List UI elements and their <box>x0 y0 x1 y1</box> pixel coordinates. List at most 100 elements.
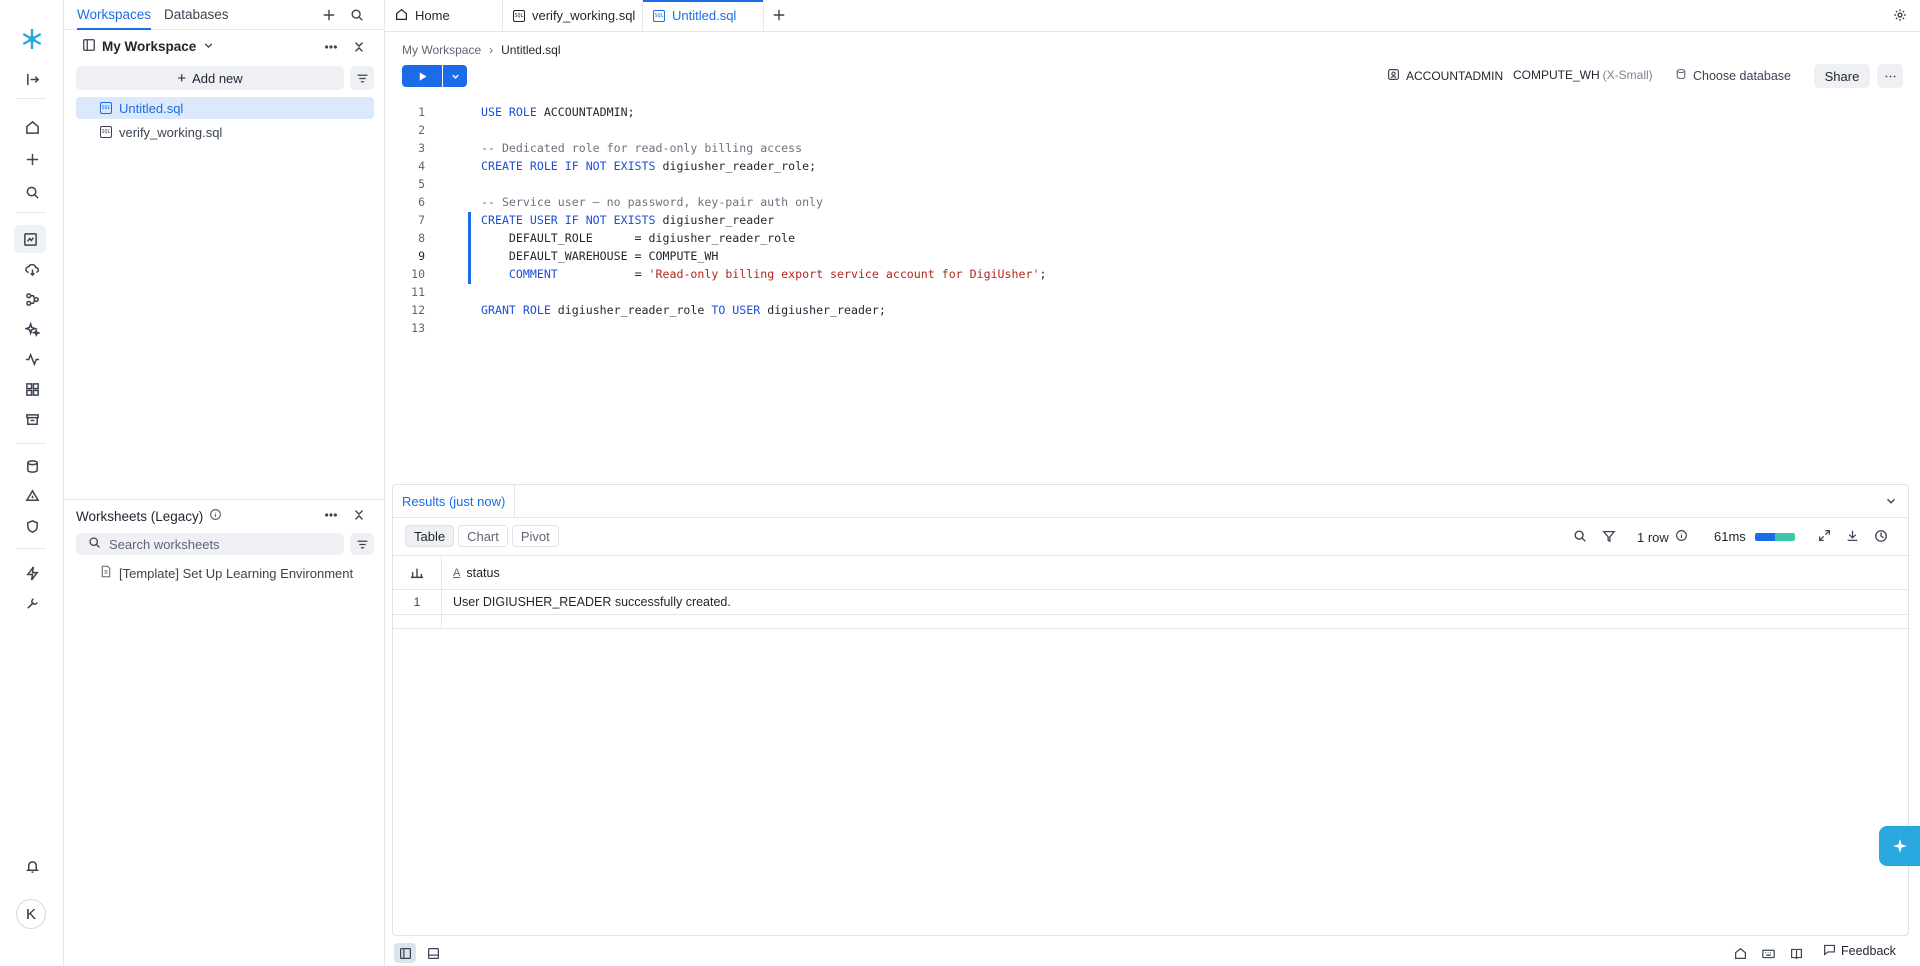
new-tab-plus-icon[interactable] <box>768 4 790 26</box>
column-header-status[interactable]: A status <box>453 556 500 589</box>
expand-icon[interactable] <box>1818 529 1831 542</box>
projects-icon[interactable] <box>14 225 46 253</box>
home-icon[interactable] <box>0 113 64 141</box>
add-icon[interactable] <box>318 4 340 26</box>
home-icon[interactable] <box>1729 943 1751 963</box>
database-label: Choose database <box>1693 68 1791 83</box>
info-icon[interactable] <box>1675 529 1688 545</box>
sql-file-icon: SQL <box>100 126 112 138</box>
role-label: ACCOUNTADMIN <box>1406 69 1504 83</box>
book-icon[interactable] <box>1785 943 1807 963</box>
keyboard-icon[interactable] <box>1757 943 1779 963</box>
bell-icon[interactable] <box>0 852 64 880</box>
query-duration[interactable]: 61ms <box>1714 529 1795 544</box>
play-icon <box>419 71 427 81</box>
tab-home[interactable]: Home <box>385 0 503 31</box>
role-selector[interactable]: ACCOUNTADMIN <box>1387 68 1503 84</box>
results-header: Results (just now) <box>393 485 1908 518</box>
ingestion-icon[interactable] <box>0 255 64 283</box>
warehouse-selector[interactable]: COMPUTE_WH (X-Small) <box>1513 68 1653 82</box>
column-label: status <box>466 565 500 580</box>
admin-icon[interactable] <box>0 589 64 617</box>
workspace-selector[interactable]: My Workspace <box>82 38 215 55</box>
row-number: 1 <box>393 590 442 614</box>
code-line: GRANT ROLE digiusher_reader_role TO USER… <box>481 303 886 317</box>
file-label: verify_working.sql <box>119 124 223 140</box>
code-line: CREATE USER IF NOT EXISTS digiusher_read… <box>481 213 775 227</box>
view-tab-table[interactable]: Table <box>405 525 455 547</box>
governance-icon[interactable] <box>0 482 64 510</box>
home-icon <box>395 8 408 24</box>
file-untitled-sql[interactable]: SQL Untitled.sql <box>76 97 374 119</box>
gear-icon[interactable] <box>1889 4 1911 26</box>
legacy-sort-button[interactable] <box>350 533 374 555</box>
file-label: Untitled.sql <box>119 100 184 116</box>
collapse-sidebar-icon[interactable] <box>0 65 64 93</box>
left-rail: K <box>0 0 64 966</box>
column-stats-icon[interactable] <box>393 556 442 589</box>
table-row[interactable]: 1 User DIGIUSHER_READER successfully cre… <box>393 590 1908 615</box>
workspace-sidebar: Workspaces Databases My Workspace + Add … <box>64 0 385 966</box>
feedback-button[interactable]: Feedback <box>1823 943 1896 959</box>
lightning-icon[interactable] <box>0 559 64 587</box>
shield-icon[interactable] <box>0 512 64 540</box>
results-view-tabs: Table Chart Pivot <box>405 525 559 547</box>
add-new-button[interactable]: + Add new <box>76 66 344 90</box>
ai-ml-icon[interactable] <box>0 315 64 343</box>
search-icon[interactable] <box>0 178 64 206</box>
download-icon[interactable] <box>1846 529 1859 542</box>
feedback-icon <box>1823 943 1836 959</box>
avatar[interactable]: K <box>16 899 46 929</box>
collapse-icon[interactable] <box>348 36 370 58</box>
results-tab[interactable]: Results (just now) <box>393 485 516 517</box>
copilot-button[interactable] <box>1879 826 1920 866</box>
tab-databases[interactable]: Databases <box>164 7 229 22</box>
panel-bottom-icon[interactable] <box>422 943 444 963</box>
tab-verify-working[interactable]: SQL verify_working.sql <box>503 0 643 31</box>
cell-status[interactable]: User DIGIUSHER_READER successfully creat… <box>453 590 731 614</box>
run-options-button[interactable] <box>443 65 467 87</box>
line-number: 9 <box>418 249 425 263</box>
line-number: 11 <box>411 285 425 299</box>
line-number: 2 <box>418 123 425 137</box>
sort-filter-button[interactable] <box>350 66 374 90</box>
search-worksheets-field[interactable] <box>76 533 344 555</box>
breadcrumb: My Workspace › Untitled.sql <box>402 43 561 57</box>
share-button[interactable]: Share <box>1814 64 1870 88</box>
view-tab-chart[interactable]: Chart <box>458 525 508 547</box>
marketplace-icon[interactable] <box>0 375 64 403</box>
transformation-icon[interactable] <box>0 285 64 313</box>
sql-editor[interactable]: 1 USE ROLE ACCOUNTADMIN; 2 3 -- Dedicated … <box>385 100 1920 340</box>
legacy-collapse-icon[interactable] <box>348 504 370 526</box>
breadcrumb-root[interactable]: My Workspace <box>402 43 481 57</box>
code-line: DEFAULT_WAREHOUSE = COMPUTE_WH <box>481 249 719 263</box>
more-options-button[interactable] <box>1877 64 1903 88</box>
history-icon[interactable] <box>1874 529 1888 543</box>
plus-icon[interactable] <box>0 145 64 173</box>
snowflake-logo-icon[interactable] <box>0 25 64 53</box>
database-selector[interactable]: Choose database <box>1675 68 1791 83</box>
search-worksheets-input[interactable] <box>109 536 329 552</box>
search-icon[interactable] <box>346 4 368 26</box>
code-line: -- Service user — no password, key-pair … <box>481 195 824 209</box>
tab-label: Home <box>415 8 450 23</box>
data-products-icon[interactable] <box>0 405 64 433</box>
legacy-more-options-icon[interactable] <box>320 504 342 526</box>
file-verify-working-sql[interactable]: SQL verify_working.sql <box>76 121 374 143</box>
selection-marker <box>468 212 471 284</box>
more-options-icon[interactable] <box>320 36 342 58</box>
tab-workspaces[interactable]: Workspaces <box>77 7 152 30</box>
template-worksheet-item[interactable]: [Template] Set Up Learning Environment <box>100 565 353 581</box>
view-tab-pivot[interactable]: Pivot <box>511 525 559 547</box>
filter-icon[interactable] <box>1602 529 1616 543</box>
monitoring-icon[interactable] <box>0 345 64 373</box>
chevron-down-icon[interactable] <box>1880 490 1902 512</box>
results-grid-header: A status <box>393 555 1908 590</box>
info-icon[interactable] <box>209 508 222 524</box>
app-window: K Workspaces Databases My Workspace + Ad… <box>0 0 1920 966</box>
run-button[interactable] <box>402 65 442 87</box>
tab-untitled-sql[interactable]: SQL Untitled.sql <box>643 0 764 31</box>
results-search-icon[interactable] <box>1573 529 1587 543</box>
database-icon[interactable] <box>0 452 64 480</box>
panel-left-icon[interactable] <box>394 943 416 963</box>
